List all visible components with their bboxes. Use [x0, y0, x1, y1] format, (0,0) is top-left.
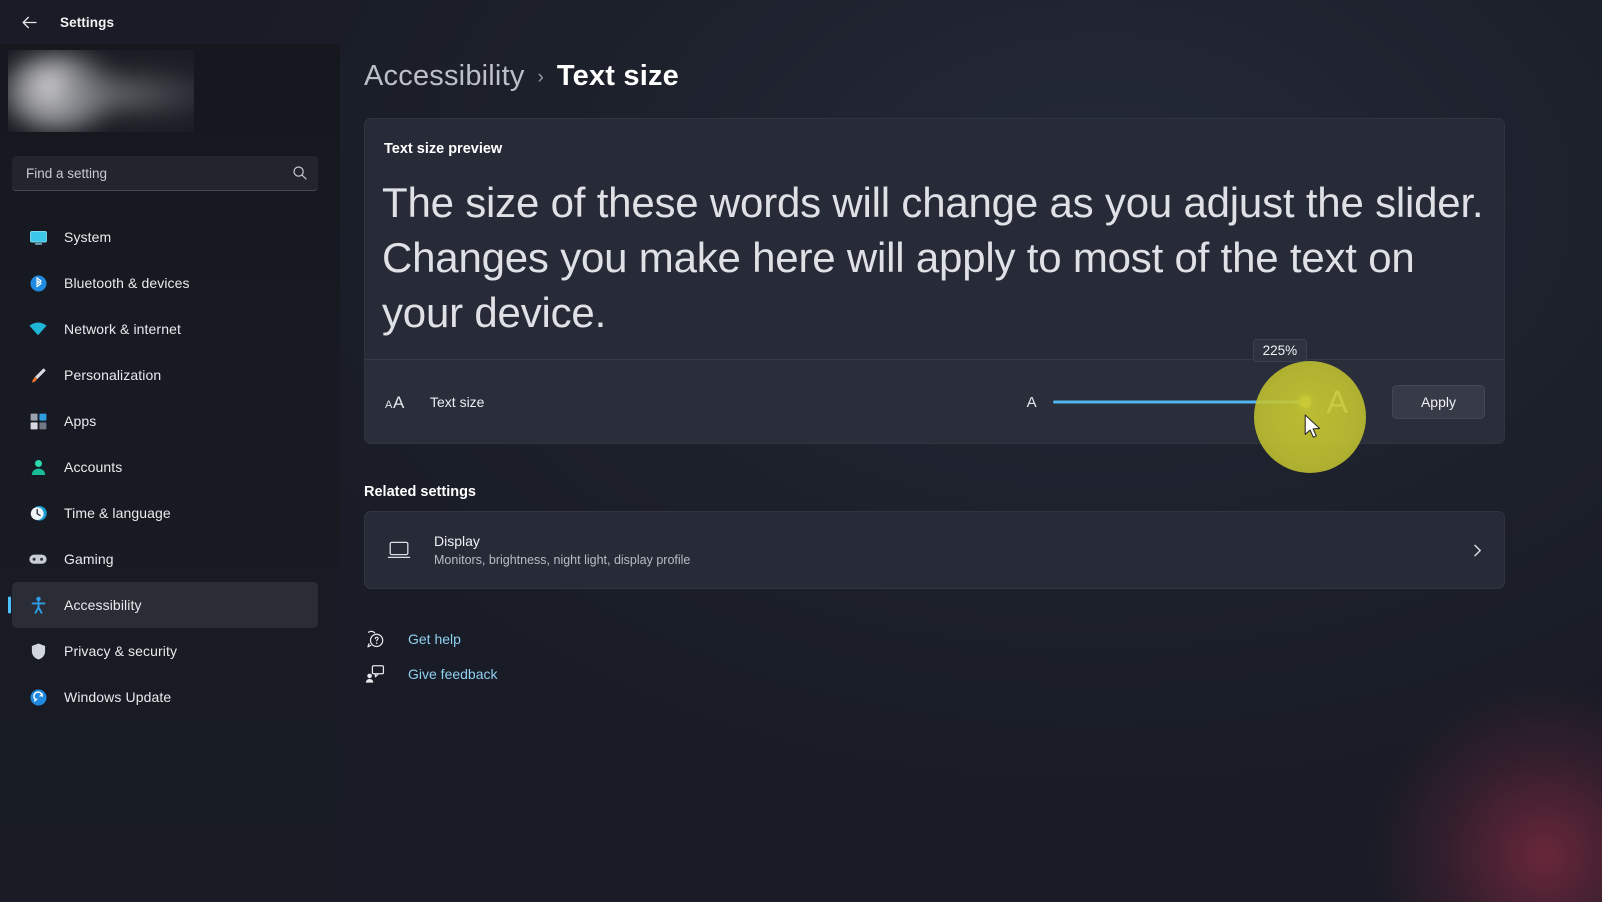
sidebar-item-accounts[interactable]: Accounts	[12, 444, 318, 490]
back-button[interactable]	[12, 7, 46, 37]
sidebar-nav-list: System Bluetooth & devices Network & int…	[0, 214, 340, 720]
preview-heading: Text size preview	[384, 141, 503, 157]
page-title: Text size	[556, 60, 680, 92]
paintbrush-icon	[28, 365, 48, 385]
content-area: Accessibility › Text size Text size prev…	[340, 44, 1602, 902]
search-input[interactable]: Find a setting	[12, 156, 318, 191]
sidebar-item-label: Network & internet	[64, 321, 181, 337]
slider-max-marker: A	[1326, 384, 1348, 420]
title-bar: Settings	[0, 0, 1602, 44]
slider-value-tooltip: 225%	[1252, 339, 1308, 362]
slider-min-marker: A	[1026, 393, 1037, 411]
gamepad-icon	[28, 549, 48, 569]
give-feedback-label: Give feedback	[408, 666, 498, 682]
sidebar-item-windows-update[interactable]: Windows Update	[12, 674, 318, 720]
display-subtitle: Monitors, brightness, night light, displ…	[434, 553, 691, 567]
sidebar-item-label: Gaming	[64, 551, 114, 567]
text-size-preview-card: Text size preview The size of these word…	[364, 118, 1505, 444]
sidebar-item-privacy-security[interactable]: Privacy & security	[12, 628, 318, 674]
sidebar-item-label: Apps	[64, 413, 97, 429]
svg-text:A: A	[393, 393, 405, 412]
apps-grid-icon	[28, 411, 48, 431]
get-help-link[interactable]: Get help	[364, 629, 498, 649]
sidebar-item-label: Time & language	[64, 505, 171, 521]
sidebar-item-network-internet[interactable]: Network & internet	[12, 306, 318, 352]
slider-track-fill	[1052, 400, 1305, 404]
user-profile-avatar[interactable]	[8, 50, 194, 132]
sidebar-item-personalization[interactable]: Personalization	[12, 352, 318, 398]
help-question-icon	[364, 629, 386, 649]
text-size-slider-zone: A A Apply 225%	[1026, 339, 1485, 420]
sidebar-item-label: Privacy & security	[64, 643, 178, 659]
sidebar-item-label: Personalization	[64, 367, 162, 383]
related-setting-display[interactable]: Display Monitors, brightness, night ligh…	[364, 511, 1505, 589]
monitor-icon	[28, 227, 48, 247]
breadcrumb: Accessibility › Text size	[364, 60, 679, 93]
apply-button[interactable]: Apply	[1391, 385, 1485, 419]
shield-icon	[28, 641, 48, 661]
sidebar-item-label: Bluetooth & devices	[64, 275, 190, 291]
display-texts: Display Monitors, brightness, night ligh…	[434, 533, 690, 567]
app-title: Settings	[60, 14, 115, 30]
sidebar-item-time-language[interactable]: Time & language	[12, 490, 318, 536]
avatar-blur-c	[14, 90, 110, 130]
footer-links: Get help Give feedback	[364, 629, 498, 684]
refresh-circle-icon	[28, 687, 48, 707]
text-size-slider[interactable]	[1052, 390, 1311, 414]
related-settings-title: Related settings	[364, 484, 476, 500]
monitor-icon	[384, 540, 414, 560]
settings-window: Settings Find a setting System Bluetooth…	[0, 0, 1602, 902]
back-arrow-icon	[22, 16, 37, 28]
sidebar-item-label: Accounts	[64, 459, 123, 475]
bluetooth-icon	[28, 273, 48, 293]
sidebar-item-label: Windows Update	[64, 689, 172, 705]
display-title: Display	[434, 533, 480, 549]
sidebar-item-gaming[interactable]: Gaming	[12, 536, 318, 582]
slider-thumb[interactable]	[1299, 396, 1311, 408]
text-size-label: Text size	[430, 394, 485, 410]
chevron-right-icon[interactable]	[1470, 543, 1485, 558]
svg-text:A: A	[385, 399, 393, 411]
feedback-person-icon	[364, 664, 386, 684]
clock-icon	[28, 503, 48, 523]
sidebar-item-system[interactable]: System	[12, 214, 318, 260]
sidebar-item-label: System	[64, 229, 112, 245]
accessibility-person-icon	[28, 595, 48, 615]
give-feedback-link[interactable]: Give feedback	[364, 664, 498, 684]
sidebar: Find a setting System Bluetooth & device…	[0, 44, 340, 902]
text-size-slider-row: A A Text size A A Apply 225%	[365, 339, 1504, 443]
breadcrumb-separator-icon: ›	[537, 67, 544, 88]
get-help-label: Get help	[408, 631, 461, 647]
preview-sample-text: The size of these words will change as y…	[382, 179, 1484, 336]
wifi-icon	[28, 319, 48, 339]
sidebar-item-apps[interactable]: Apps	[12, 398, 318, 444]
sidebar-item-accessibility[interactable]: Accessibility	[12, 582, 318, 628]
search-placeholder: Find a setting	[26, 165, 108, 181]
breadcrumb-parent-link[interactable]: Accessibility	[364, 60, 525, 93]
sidebar-item-bluetooth-devices[interactable]: Bluetooth & devices	[12, 260, 318, 306]
aa-text-size-icon: A A	[384, 392, 412, 412]
person-icon	[28, 457, 48, 477]
sidebar-item-label: Accessibility	[64, 597, 142, 613]
search-icon[interactable]	[292, 165, 308, 181]
